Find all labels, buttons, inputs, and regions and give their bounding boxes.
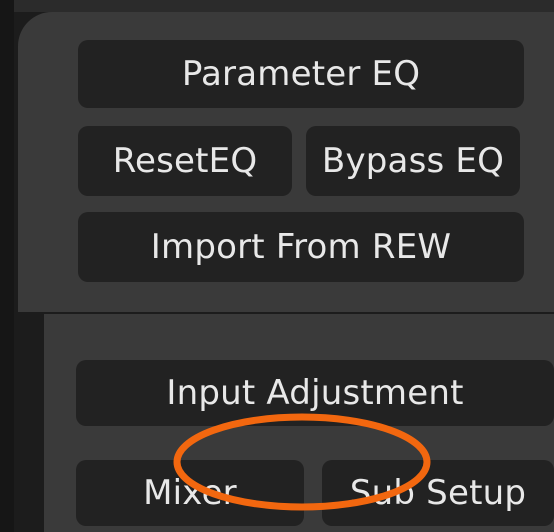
sub-setup-label: Sub Setup — [349, 473, 527, 513]
import-from-rew-label: Import From REW — [150, 227, 452, 267]
mixer-button[interactable]: Mixer — [76, 460, 304, 526]
reset-eq-label: ResetEQ — [112, 141, 258, 181]
input-adjustment-label: Input Adjustment — [166, 373, 464, 413]
import-from-rew-button[interactable]: Import From REW — [78, 212, 524, 282]
sub-setup-button[interactable]: Sub Setup — [322, 460, 554, 526]
parameter-eq-button[interactable]: Parameter EQ — [78, 40, 524, 108]
mixer-label: Mixer — [143, 473, 237, 513]
bypass-eq-label: Bypass EQ — [321, 141, 505, 181]
input-adjustment-button[interactable]: Input Adjustment — [76, 360, 554, 426]
bypass-eq-button[interactable]: Bypass EQ — [306, 126, 520, 196]
left-edge — [0, 0, 14, 532]
parameter-eq-label: Parameter EQ — [181, 54, 421, 94]
title-bar — [0, 0, 554, 12]
reset-eq-button[interactable]: ResetEQ — [78, 126, 292, 196]
app-window: Parameter EQ ResetEQ Bypass EQ Import Fr… — [0, 0, 554, 532]
